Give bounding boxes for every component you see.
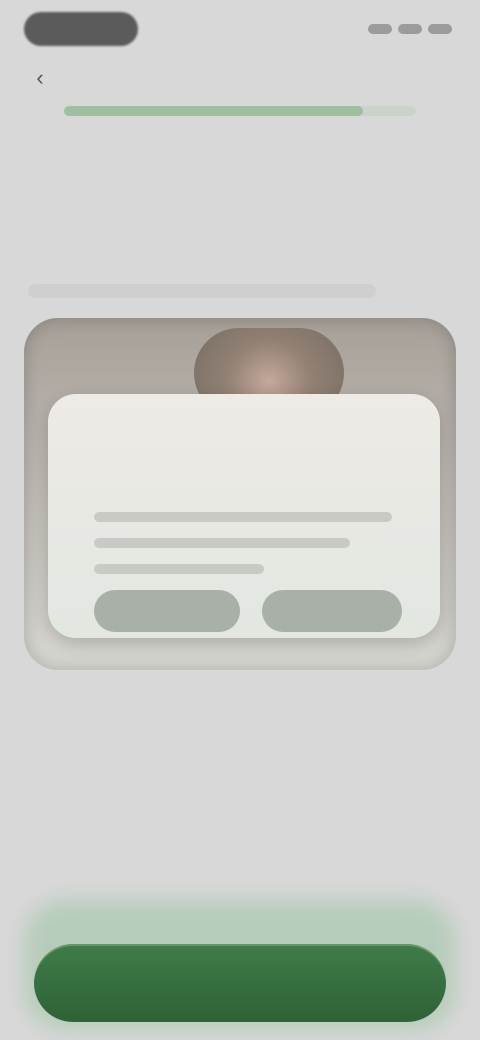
status-bar xyxy=(0,0,480,60)
progress-fill xyxy=(64,106,364,116)
header: ‹ xyxy=(0,60,480,124)
chevron-left-icon[interactable]: ‹ xyxy=(26,64,54,92)
page-title xyxy=(140,64,340,92)
battery-icon xyxy=(428,24,452,34)
signal-icon xyxy=(368,24,392,34)
dialog-secondary-button xyxy=(94,590,240,632)
progress-track xyxy=(64,106,416,116)
illustration xyxy=(24,318,456,670)
wifi-icon xyxy=(398,24,422,34)
caption-line xyxy=(28,284,376,298)
dialog-card xyxy=(48,394,440,638)
continue-button[interactable] xyxy=(34,944,446,1022)
screen: ‹ xyxy=(0,0,480,1040)
dialog-line-3 xyxy=(94,564,264,574)
status-icons xyxy=(352,18,452,40)
dialog-line-2 xyxy=(94,538,350,548)
status-pill xyxy=(24,12,138,46)
dialog-primary-button xyxy=(262,590,402,632)
dialog-line-1 xyxy=(94,512,392,522)
